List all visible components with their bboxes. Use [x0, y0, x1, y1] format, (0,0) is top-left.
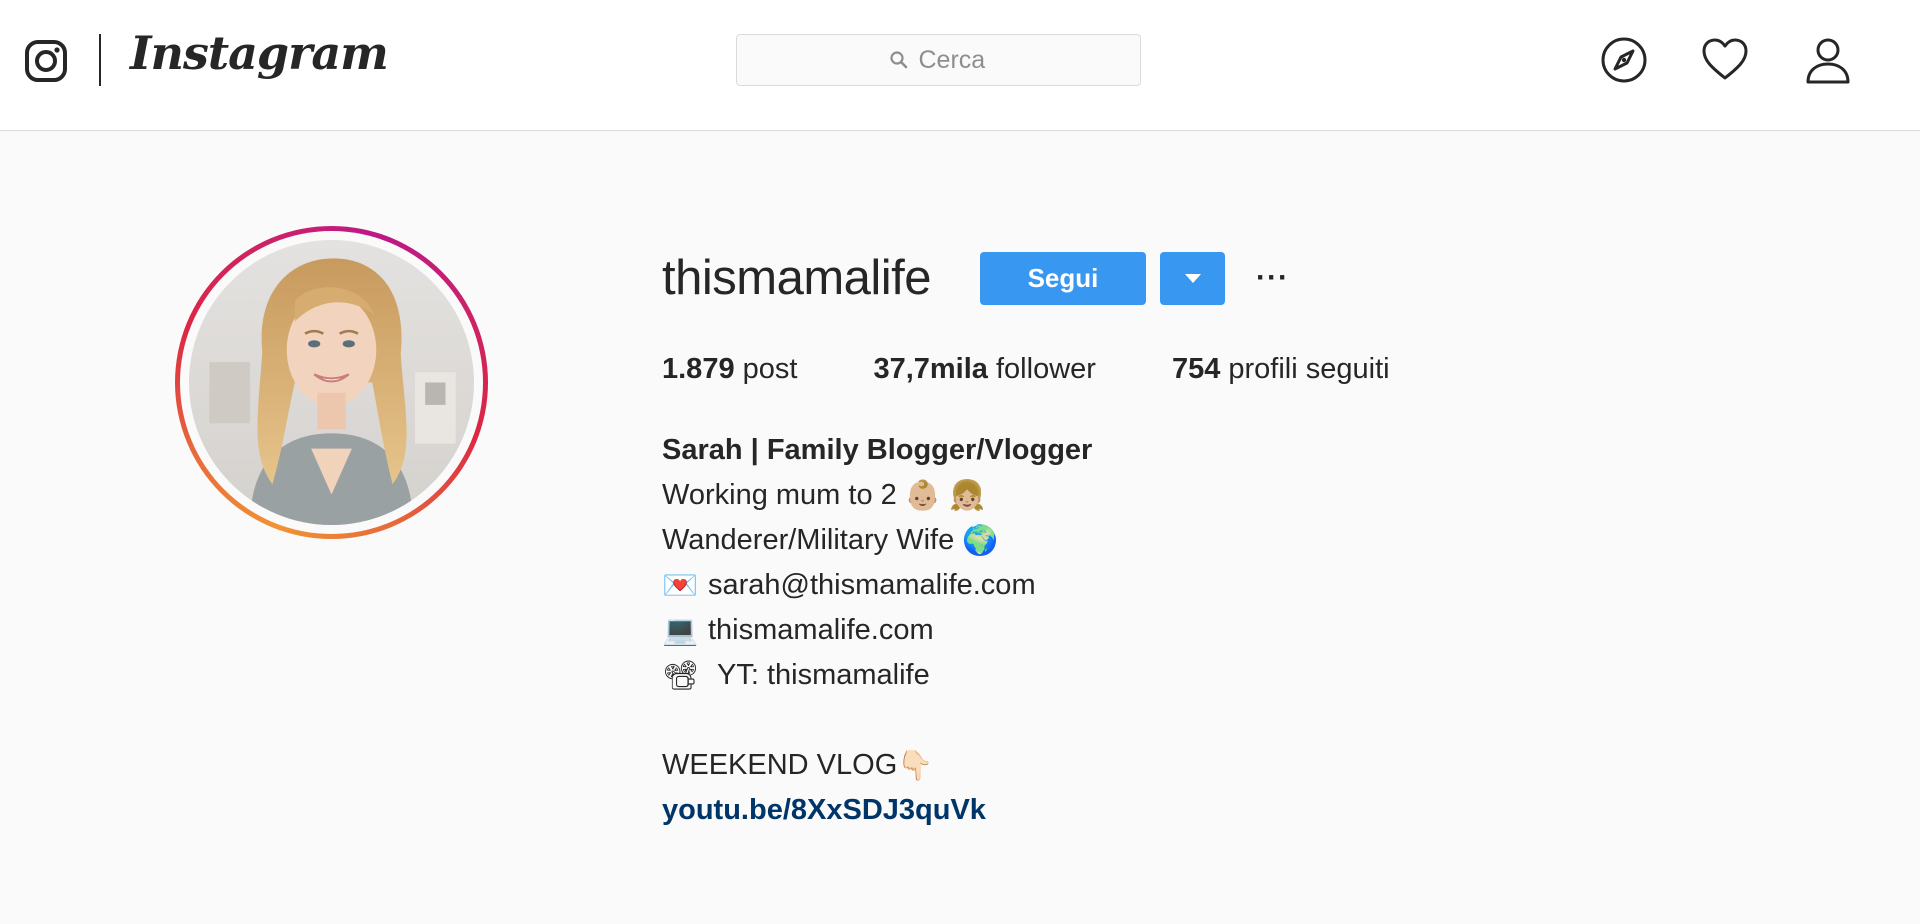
followers-link[interactable]: 37,7mila follower [873, 353, 1095, 386]
heart-icon[interactable] [1701, 36, 1749, 84]
posts-count: 1.879 post [662, 353, 798, 385]
follow-button[interactable]: Segui [980, 252, 1146, 305]
laptop-icon: 💻 [662, 614, 699, 647]
full-name: Sarah | Family Blogger/Vlogger [662, 434, 1093, 466]
search-box[interactable] [736, 34, 1141, 86]
globe-emoji-icon: 🌍 [962, 524, 999, 557]
bio-line: 💌 sarah@thismamalife.com [662, 563, 1092, 608]
bio-line: WEEKEND VLOG👇🏻 [662, 743, 1092, 788]
bio-line: 💻 thismamalife.com [662, 608, 1092, 653]
profile-stats: 1.879 post 37,7mila follower 754 profili… [662, 353, 1390, 386]
user-icon[interactable] [1804, 36, 1852, 84]
more-icon: ··· [1256, 261, 1289, 294]
top-navigation: Instagram [0, 0, 1920, 131]
logo-divider [99, 34, 101, 86]
profile-photo [189, 240, 474, 525]
more-options-button[interactable]: ··· [1256, 258, 1288, 298]
search-input[interactable] [918, 45, 989, 75]
profile-bio: Sarah | Family Blogger/Vlogger Working m… [662, 428, 1092, 833]
bio-link-line: youtu.be/8XxSDJ3quVk [662, 788, 1092, 833]
bio-line: 📽 YT: thismamalife [662, 653, 1092, 698]
avatar[interactable] [175, 226, 488, 539]
love-letter-icon: 💌 [662, 569, 699, 602]
pointing-down-icon: 👇🏻 [897, 749, 934, 782]
chevron-down-icon [1184, 274, 1201, 283]
compass-icon[interactable] [1600, 36, 1648, 84]
baby-emoji-icon: 👶🏼 👧🏼 [904, 479, 986, 512]
instagram-wordmark[interactable]: Instagram [130, 26, 389, 80]
bio-line: Working mum to 2 👶🏼 👧🏼 [662, 473, 1092, 518]
search-icon [889, 51, 907, 69]
following-link[interactable]: 754 profili seguiti [1172, 353, 1390, 386]
instagram-glyph-icon[interactable] [24, 39, 68, 83]
film-projector-icon: 📽 [662, 659, 699, 692]
suggested-dropdown-button[interactable] [1160, 252, 1225, 305]
profile-username: thismamalife [662, 251, 932, 305]
bio-line: Wanderer/Military Wife 🌍 [662, 518, 1092, 563]
external-link[interactable]: youtu.be/8XxSDJ3quVk [662, 794, 986, 826]
